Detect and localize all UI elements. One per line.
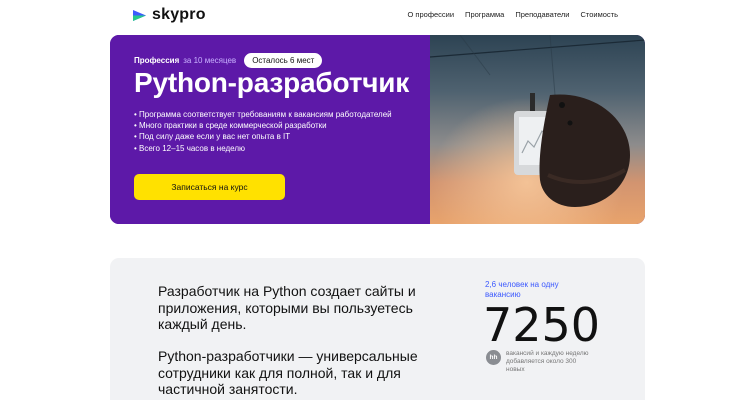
logo[interactable]: skypro: [132, 6, 206, 24]
hero-photo-illustration: [430, 35, 645, 224]
hero-meta: Профессия за 10 месяцев Осталось 6 мест: [134, 53, 323, 68]
stat-note: 2,6 человек на одну вакансию: [485, 280, 559, 299]
hh-logo-icon: hh: [486, 350, 501, 365]
nav-about[interactable]: О профессии: [408, 10, 455, 19]
nav-program[interactable]: Программа: [465, 10, 504, 19]
profession-label: Профессия: [134, 56, 180, 65]
enroll-button[interactable]: Записаться на курс: [134, 174, 285, 200]
vacancy-count: 7250: [483, 298, 601, 352]
logo-text: skypro: [152, 6, 206, 23]
nav-teachers[interactable]: Преподаватели: [515, 10, 569, 19]
benefit-item: • Всего 12–15 часов в неделю: [134, 143, 246, 153]
profession-info-card: Разработчик на Python создает сайты и пр…: [110, 258, 645, 400]
skypro-logo-icon: [132, 8, 147, 23]
hero-content: Профессия за 10 месяцев Осталось 6 мест …: [110, 35, 430, 224]
info-paragraph-1: Разработчик на Python создает сайты и пр…: [158, 283, 416, 332]
hero-banner: Профессия за 10 месяцев Осталось 6 мест …: [110, 35, 645, 224]
main-nav: О профессии Программа Преподаватели Стои…: [408, 10, 619, 19]
hero-image: [430, 35, 645, 224]
stat-caption: вакансий и каждую неделю добавляется око…: [506, 350, 589, 373]
page-title: Python-разработчик: [134, 67, 410, 98]
benefit-item: • Программа соответствует требованиям к …: [134, 110, 392, 119]
site-header: skypro О профессии Программа Преподавате…: [0, 0, 752, 32]
course-duration: за 10 месяцев: [183, 56, 237, 65]
benefit-item: • Много практики в среде коммерческой ра…: [134, 121, 327, 131]
hero-benefits-list: • Программа соответствует требованиям к …: [134, 109, 394, 154]
benefit-item: • Под силу даже если у вас нет опыта в I…: [134, 132, 291, 142]
seats-left-badge: Осталось 6 мест: [244, 53, 323, 68]
info-paragraph-2: Python-разработчики — универсальные сотр…: [158, 348, 418, 397]
nav-price[interactable]: Стоимость: [580, 10, 618, 19]
